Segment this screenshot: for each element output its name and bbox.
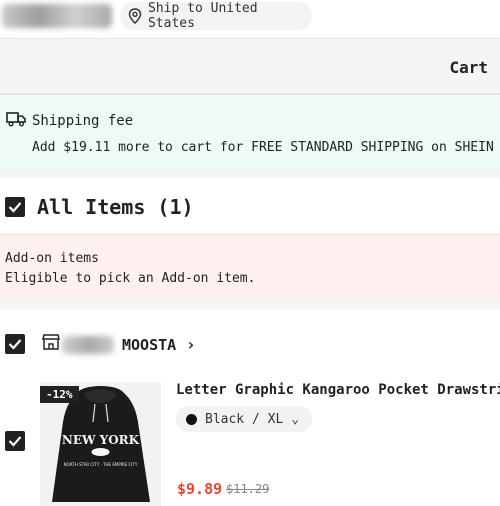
product-image[interactable]: NEW YORK NORTH STAR CITY · THE EMPIRE CI… <box>40 382 161 506</box>
logo-blurred[interactable] <box>2 4 112 28</box>
section-divider <box>0 170 500 178</box>
shipping-fee-title: Shipping fee <box>32 113 134 129</box>
addon-subtitle: Eligible to pick an Add-on item. <box>5 271 256 286</box>
shipping-fee-banner: Shipping fee Add $19.11 more to cart for… <box>0 94 500 170</box>
section-divider <box>0 300 500 310</box>
store-name-link[interactable]: MOOSTA <box>122 336 176 354</box>
check-icon <box>8 202 22 213</box>
cart-item: NEW YORK NORTH STAR CITY · THE EMPIRE CI… <box>0 374 500 506</box>
color-swatch <box>186 413 197 425</box>
store-checkbox[interactable] <box>5 334 25 354</box>
chevron-right-icon[interactable]: › <box>186 335 196 354</box>
discount-badge: -12% <box>40 386 79 403</box>
addon-items-banner[interactable]: Add-on items Eligible to pick an Add-on … <box>0 234 500 300</box>
free-shipping-message: Add $19.11 more to cart for FREE STANDAR… <box>32 140 494 155</box>
ship-to-label: Ship to United States <box>148 1 258 31</box>
variant-label: Black / XL <box>205 411 284 427</box>
select-all-checkbox[interactable] <box>5 197 25 217</box>
chevron-down-icon: ⌄ <box>291 411 300 427</box>
print-main-text: NEW YORK <box>62 433 140 447</box>
ship-to-selector[interactable]: Ship to United States <box>120 1 312 31</box>
item-checkbox[interactable] <box>5 431 25 451</box>
all-items-row: All Items (1) <box>0 178 500 234</box>
all-items-label: All Items (1) <box>37 195 194 219</box>
check-icon <box>8 436 22 447</box>
cart-header: Cart <box>0 38 500 94</box>
truck-icon <box>6 111 26 131</box>
check-icon <box>8 339 22 350</box>
store-badge-blurred <box>62 336 114 354</box>
original-price: $11.29 <box>226 482 270 496</box>
sale-price: $9.89 <box>177 480 223 498</box>
addon-title: Add-on items <box>5 251 99 266</box>
variant-selector[interactable]: Black / XL ⌄ <box>176 406 312 432</box>
store-row: MOOSTA › <box>0 310 500 374</box>
print-sub-text: NORTH STAR CITY · THE EMPIRE CITY <box>64 462 138 467</box>
location-pin-icon <box>128 8 142 24</box>
page-title: Cart <box>449 58 488 77</box>
store-icon <box>42 334 60 354</box>
top-bar: Ship to United States <box>0 0 500 38</box>
product-title-link[interactable]: Letter Graphic Kangaroo Pocket Drawstrin… <box>176 382 500 398</box>
